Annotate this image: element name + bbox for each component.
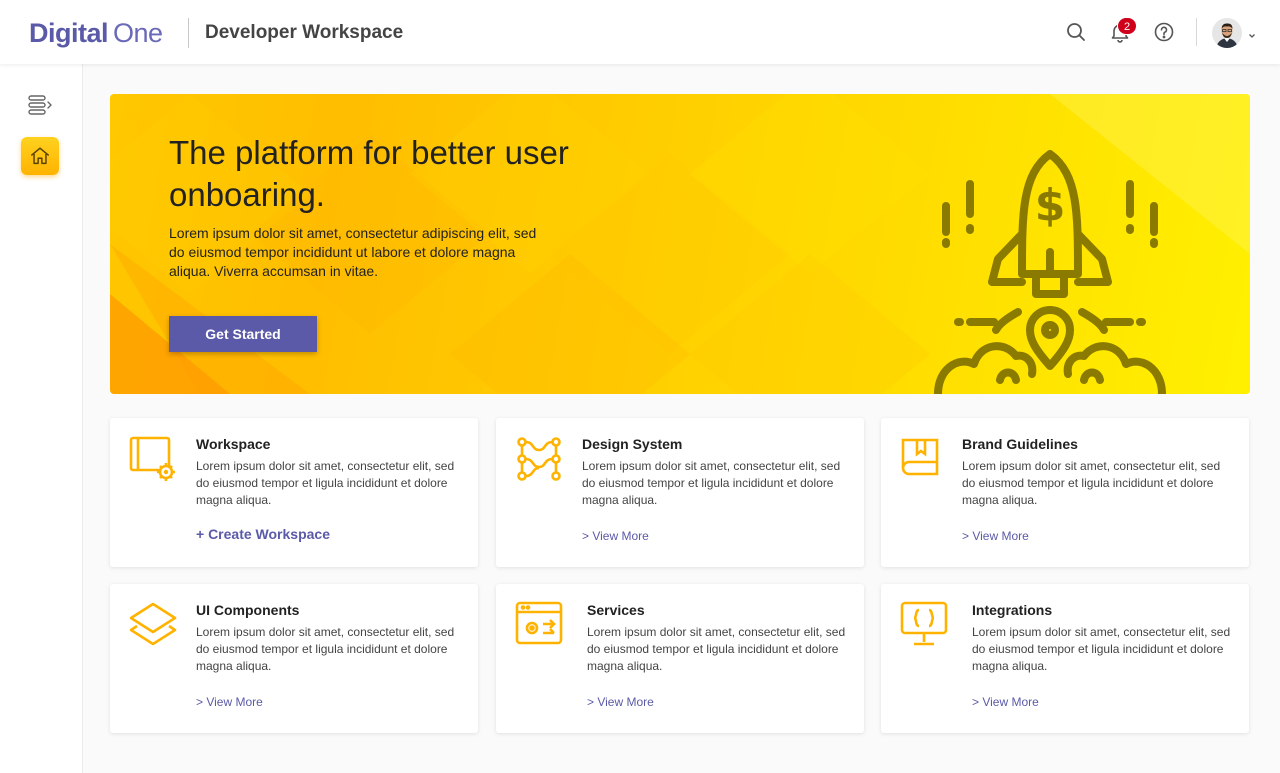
- rocket-icon: $: [934, 150, 1166, 394]
- hero-banner: The platform for better user onboaring. …: [110, 94, 1250, 394]
- get-started-button[interactable]: Get Started: [169, 316, 317, 352]
- sidebar-item-home[interactable]: [21, 137, 59, 175]
- services-icon: [515, 601, 563, 645]
- layers-icon: [129, 602, 177, 646]
- page-title: Developer Workspace: [205, 22, 404, 43]
- card-title: UI Components: [196, 602, 300, 618]
- header-divider-right: [1196, 18, 1197, 46]
- card-brand-guidelines: Brand Guidelines Lorem ipsum dolor sit a…: [881, 418, 1249, 567]
- book-icon: [901, 438, 939, 476]
- view-more-link[interactable]: > View More: [587, 694, 654, 710]
- home-icon: [31, 147, 49, 165]
- card-description: Lorem ipsum dolor sit amet, consectetur …: [962, 459, 1221, 507]
- card-integrations: Integrations Lorem ipsum dolor sit amet,…: [881, 584, 1249, 733]
- card-design-system: Design System Lorem ipsum dolor sit amet…: [496, 418, 864, 567]
- logo-part2: One: [113, 18, 163, 48]
- design-system-icon: [517, 437, 561, 481]
- card-description: Lorem ipsum dolor sit amet, consectetur …: [587, 625, 846, 673]
- create-workspace-link[interactable]: + Create Workspace: [196, 526, 330, 542]
- card-description: Lorem ipsum dolor sit amet, consectetur …: [196, 625, 455, 673]
- menu-expand-icon[interactable]: [27, 92, 53, 118]
- card-description: Lorem ipsum dolor sit amet, consectetur …: [972, 625, 1231, 673]
- card-description: Lorem ipsum dolor sit amet, consectetur …: [582, 459, 841, 507]
- logo-part1: Digital: [29, 18, 109, 48]
- logo[interactable]: Digital One: [29, 16, 163, 50]
- top-header: Digital One Developer Workspace 2: [0, 0, 1280, 64]
- view-more-link[interactable]: > View More: [972, 694, 1039, 710]
- sidebar: [0, 64, 83, 773]
- workspace-icon: [129, 436, 175, 481]
- avatar[interactable]: [1212, 18, 1242, 48]
- card-title: Brand Guidelines: [962, 436, 1078, 452]
- hero-title: The platform for better user onboaring.: [169, 134, 569, 213]
- view-more-link[interactable]: > View More: [196, 694, 263, 710]
- card-title: Workspace: [196, 436, 271, 452]
- view-more-link[interactable]: > View More: [962, 528, 1029, 544]
- search-icon[interactable]: [1065, 21, 1087, 43]
- card-title: Services: [587, 602, 645, 618]
- card-description: Lorem ipsum dolor sit amet, consectetur …: [196, 459, 455, 507]
- notification-badge: 2: [1117, 17, 1137, 35]
- card-services: Services Lorem ipsum dolor sit amet, con…: [496, 584, 864, 733]
- code-monitor-icon: [900, 601, 948, 646]
- card-title: Design System: [582, 436, 683, 452]
- svg-text:$: $: [1035, 180, 1066, 231]
- view-more-link[interactable]: > View More: [582, 528, 649, 544]
- card-ui-components: UI Components Lorem ipsum dolor sit amet…: [110, 584, 478, 733]
- hero-description: Lorem ipsum dolor sit amet, consectetur …: [169, 225, 537, 279]
- chevron-down-icon[interactable]: [1248, 27, 1256, 38]
- card-workspace: Workspace Lorem ipsum dolor sit amet, co…: [110, 418, 478, 567]
- card-title: Integrations: [972, 602, 1053, 618]
- help-icon[interactable]: [1153, 21, 1175, 43]
- header-divider: [188, 18, 189, 48]
